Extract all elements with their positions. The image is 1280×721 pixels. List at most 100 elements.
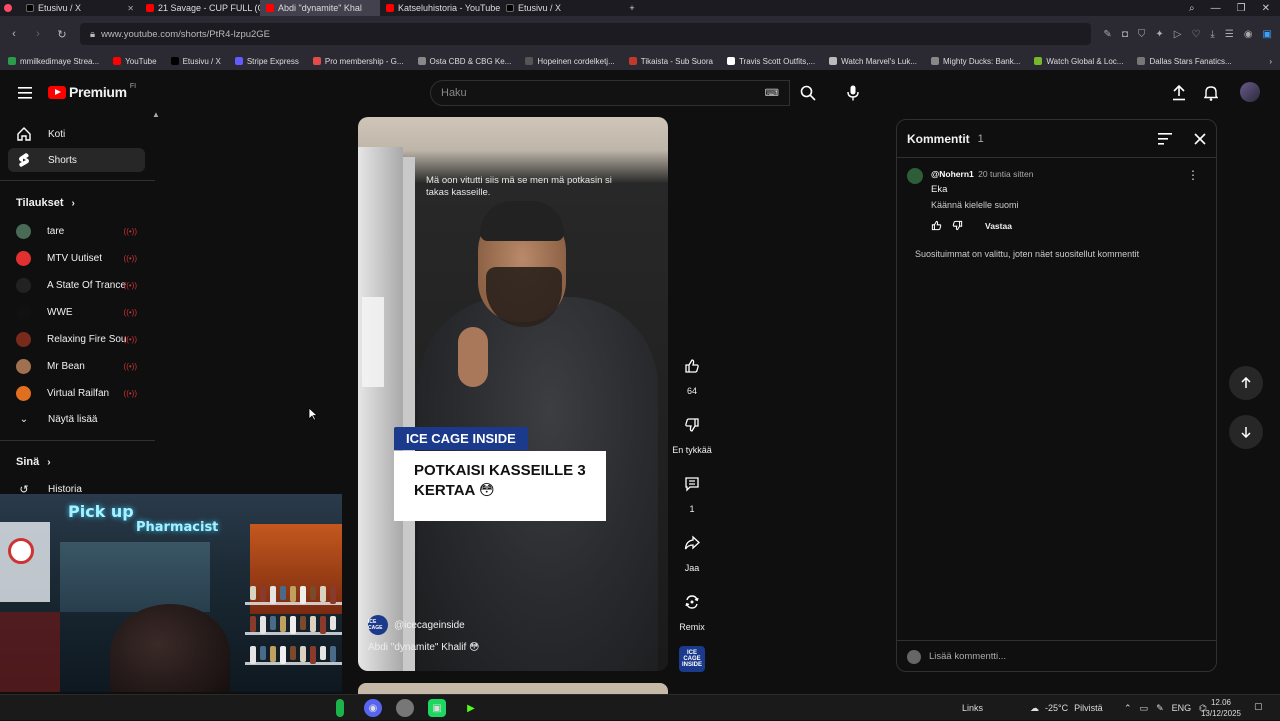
channel-handle[interactable]: @icecageinside (394, 620, 465, 631)
scroll-up-arrow-icon[interactable]: ▲ (152, 110, 160, 119)
sidebar-item-channel[interactable]: Virtual Railfan ((•)) (8, 381, 145, 405)
pen-icon[interactable]: ✎ (1156, 703, 1164, 714)
sidebar-item-channel[interactable]: Relaxing Fire Sou... ((•)) (8, 327, 145, 351)
search-icon[interactable]: ⌕ (1189, 3, 1195, 14)
chevron-up-icon[interactable]: ⌃ (1124, 703, 1132, 714)
display-icon[interactable]: ▭ (1140, 703, 1149, 714)
camera-icon[interactable]: ◘ (1122, 29, 1128, 40)
next-short-button[interactable] (1229, 415, 1263, 449)
bookmark-item[interactable]: Watch Marvel's Luk... (829, 57, 917, 66)
commenter-username[interactable]: @Nohern1 (931, 169, 974, 179)
sidebar-item-channel[interactable]: tare ((•)) (8, 219, 145, 243)
bookmark-item[interactable]: Tikaista - Sub Suora (628, 57, 713, 66)
edit-icon[interactable]: ✎ (1103, 29, 1111, 40)
like-button[interactable]: 64 (674, 350, 710, 396)
play-icon[interactable]: ▷ (1174, 29, 1182, 40)
reply-button[interactable]: Vastaa (985, 221, 1012, 231)
add-comment-input[interactable]: Lisää kommentti... (929, 651, 1006, 662)
links-toolbar[interactable]: Links (962, 703, 983, 713)
close-icon[interactable] (1194, 132, 1206, 145)
bookmark-item[interactable]: Osta CBD & CBG Ke... (417, 57, 511, 66)
sidebar-item-home[interactable]: Koti (8, 122, 145, 146)
upload-icon[interactable] (1172, 85, 1186, 101)
sidebar-item-shorts[interactable]: Shorts (8, 148, 145, 172)
bookmark-item[interactable]: Hopeinen cordelketj... (525, 57, 615, 66)
bookmarks-overflow-icon[interactable]: › (1269, 57, 1272, 66)
bookmark-item[interactable]: mmilkedimaye Strea... (8, 57, 99, 66)
menu-icon[interactable]: ☰ (1225, 29, 1234, 40)
browser-tab-2[interactable]: 21 Savage - CUP FULL (Of (140, 0, 260, 16)
app-icon[interactable]: ▣ (1263, 29, 1272, 40)
video-channel-row[interactable]: ICE CAGE @icecageinside (368, 615, 465, 635)
notifications-icon[interactable]: ▢ (1254, 701, 1263, 712)
comments-button[interactable]: 1 (674, 468, 710, 514)
show-more-button[interactable]: ⌄ Näytä lisää (8, 407, 145, 431)
close-tab-icon[interactable]: ✕ (127, 4, 134, 13)
comments-circle[interactable] (676, 468, 708, 500)
share-button[interactable]: Jaa (674, 527, 710, 573)
browser-tab[interactable] (0, 0, 20, 16)
app-icon[interactable]: ▣ (428, 699, 446, 717)
browser-tab-1[interactable]: Etusivu / X ✕ (20, 0, 140, 16)
sidebar-item-channel[interactable]: WWE ((•)) (8, 300, 145, 324)
remix-button[interactable]: Remix (674, 586, 710, 632)
reload-icon[interactable]: ↻ (56, 28, 68, 41)
dislike-circle[interactable] (676, 409, 708, 441)
channel-sound-thumbnail[interactable]: ICE CAGE INSIDE (679, 646, 705, 672)
app-icon[interactable] (336, 699, 344, 717)
bookmark-item[interactable]: Pro membership - G... (312, 57, 404, 66)
back-icon[interactable]: ‹ (8, 28, 20, 40)
search-button[interactable] (790, 80, 826, 106)
shield-icon[interactable]: ⛉ (1138, 29, 1146, 40)
browser-tab-4[interactable]: Katseluhistoria - YouTube (380, 0, 500, 16)
hamburger-menu-icon[interactable] (18, 87, 32, 99)
forward-icon[interactable]: › (32, 28, 44, 40)
bookmark-item[interactable]: YouTube (113, 57, 157, 66)
language-indicator[interactable]: ENG (1172, 703, 1192, 713)
play-icon[interactable]: ▶ (462, 699, 480, 717)
shorts-video-player[interactable]: Mä oon vitutti siis mä se men mä potkasi… (358, 117, 668, 671)
close-icon[interactable]: ✕ (1262, 3, 1270, 14)
search-input[interactable]: Haku ⌨ (430, 80, 790, 106)
bookmark-item[interactable]: Travis Scott Outfits,... (726, 57, 815, 66)
heart-icon[interactable]: ♡ (1191, 29, 1200, 40)
sidebar-item-channel[interactable]: A State Of Trance ((•)) (8, 273, 145, 297)
comment-timestamp[interactable]: 20 tuntia sitten (978, 169, 1033, 179)
thumbs-up-icon[interactable] (931, 220, 942, 231)
bookmark-item[interactable]: Dallas Stars Fanatics... (1137, 57, 1232, 66)
sidebar-item-channel[interactable]: Mr Bean ((•)) (8, 354, 145, 378)
voice-search-button[interactable] (840, 80, 866, 106)
download-icon[interactable]: ⤓ (1210, 29, 1214, 40)
commenter-avatar[interactable] (907, 168, 923, 184)
more-options-icon[interactable]: ⋮ (1187, 168, 1199, 182)
browser-tab-3[interactable]: Abdi "dynamite" Khal (260, 0, 380, 16)
sidebar-item-channel[interactable]: MTV Uutiset ((•)) (8, 246, 145, 270)
avatar[interactable] (1240, 82, 1260, 102)
bookmark-item[interactable]: Mighty Ducks: Bank... (931, 57, 1020, 66)
address-bar[interactable]: 🔒︎ www.youtube.com/shorts/PtR4-lzpu2GE (80, 23, 1092, 45)
extension-icon[interactable]: ✦ (1155, 29, 1163, 40)
channel-avatar[interactable]: ICE CAGE (368, 615, 388, 635)
maximize-icon[interactable]: ❐ (1237, 3, 1246, 14)
you-heading[interactable]: Sinä › (16, 456, 51, 468)
dislike-button[interactable]: En tykkää (672, 409, 712, 455)
bookmark-item[interactable]: Etusivu / X (170, 57, 221, 66)
keyboard-icon[interactable]: ⌨ (765, 88, 779, 99)
minimize-icon[interactable]: — (1211, 3, 1221, 14)
remix-circle[interactable] (676, 586, 708, 618)
account-icon[interactable]: ◉ (1244, 29, 1253, 40)
bookmark-item[interactable]: Stripe Express (234, 57, 299, 66)
discord-icon[interactable]: ◉ (364, 699, 382, 717)
notifications-bell-icon[interactable] (1204, 85, 1218, 101)
bookmark-item[interactable]: Watch Global & Loc... (1034, 57, 1123, 66)
clock[interactable]: 12.06 13/12/2025 (1200, 697, 1242, 719)
like-circle[interactable] (676, 350, 708, 382)
share-circle[interactable] (676, 527, 708, 559)
weather-widget[interactable]: ☁ -25°C Pilvistä (1030, 695, 1103, 721)
translate-link[interactable]: Käännä kielelle suomi (931, 200, 1019, 210)
app-icon[interactable] (396, 699, 414, 717)
youtube-logo[interactable]: Premium FI (48, 83, 136, 100)
new-tab-button[interactable]: + (620, 0, 644, 16)
previous-short-button[interactable] (1229, 366, 1263, 400)
browser-tab-5[interactable]: Etusivu / X (500, 0, 620, 16)
